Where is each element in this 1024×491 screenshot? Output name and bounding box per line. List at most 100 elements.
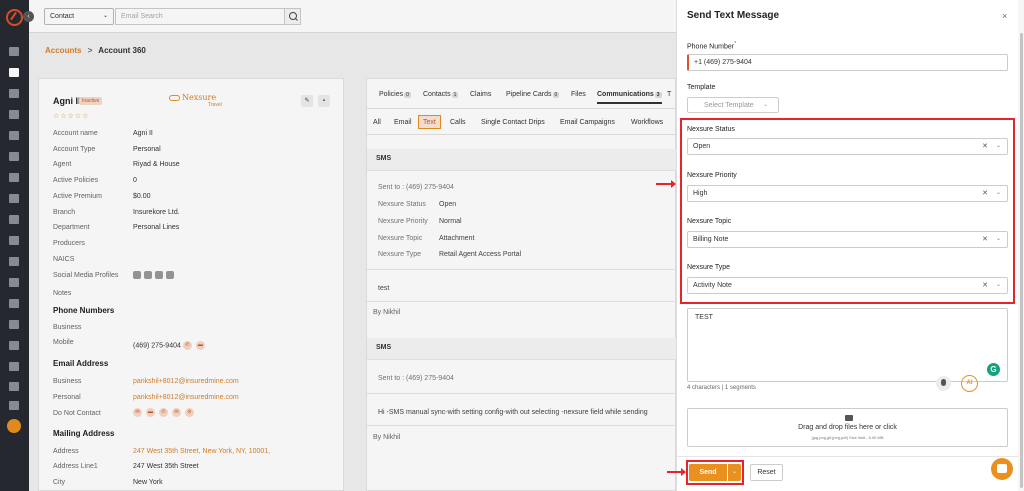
tab-claims[interactable]: Claims — [470, 91, 491, 98]
bar-chart-icon[interactable] — [9, 236, 19, 245]
brand-name: Nexsure — [182, 93, 217, 102]
template-select[interactable]: Select Template ⌄ — [687, 97, 779, 113]
ai-assist-icon[interactable]: AI — [961, 375, 978, 392]
instagram-icon[interactable] — [133, 271, 141, 279]
subtab-all[interactable]: All — [369, 116, 385, 130]
field-label: Notes — [53, 290, 72, 297]
facebook-icon[interactable] — [144, 271, 152, 279]
chat-support-icon[interactable] — [991, 458, 1013, 480]
tab-count: 3 — [654, 92, 662, 98]
filter-icon[interactable] — [9, 173, 19, 182]
field-value: Agni II — [133, 130, 153, 137]
sms-field-label: Nexsure Status — [378, 201, 426, 208]
subtab-email-campaigns[interactable]: Email Campaigns — [556, 116, 619, 130]
message-icon[interactable]: ▬ — [195, 341, 205, 350]
reports-icon[interactable] — [9, 152, 19, 161]
field-value: Personal Lines — [133, 224, 180, 231]
search-button[interactable] — [284, 8, 301, 25]
tab-policies[interactable]: Policies 0 — [379, 91, 411, 98]
divider — [367, 393, 677, 394]
message-icon[interactable]: ▬ — [146, 408, 155, 417]
subtab-text[interactable]: Text — [418, 115, 441, 129]
subtab-email[interactable]: Email — [390, 116, 416, 130]
tasks-icon[interactable] — [9, 299, 19, 308]
sms-body: test — [378, 285, 390, 292]
dropzone-text: Drag and drop files here or click — [798, 424, 897, 431]
grammarly-icon[interactable]: G — [987, 363, 1000, 376]
file-dropzone[interactable]: Drag and drop files here or click (jpg,p… — [687, 408, 1008, 447]
delete-icon[interactable]: ▪ — [318, 95, 330, 107]
sms-header-label: SMS — [376, 344, 392, 351]
address-value[interactable]: 247 West 35th Street, New York, NY, 1000… — [133, 448, 270, 455]
template-placeholder: Select Template — [704, 102, 754, 109]
highlight-box — [686, 460, 744, 485]
twitter-icon[interactable] — [155, 271, 163, 279]
analytics-icon[interactable] — [9, 215, 19, 224]
field-label: Department — [53, 224, 90, 231]
scrollbar-thumb[interactable] — [1020, 33, 1023, 488]
field-label: Active Policies — [53, 177, 99, 184]
mail-icon[interactable]: ✉ — [172, 408, 181, 417]
collapse-sidebar-button[interactable]: ‹ — [23, 11, 34, 22]
red-arrow-annotation — [667, 468, 686, 476]
calendar-icon[interactable] — [9, 320, 19, 329]
required-marker: * — [734, 41, 737, 47]
address1-value: 247 West 35th Street — [133, 463, 199, 470]
dashboard-icon[interactable] — [9, 47, 19, 56]
globe-icon[interactable] — [166, 271, 174, 279]
close-icon[interactable]: × — [1002, 11, 1007, 21]
list-icon[interactable] — [9, 131, 19, 140]
field-value: $0.00 — [133, 193, 151, 200]
policies-icon[interactable] — [9, 89, 19, 98]
reset-button[interactable]: Reset — [750, 464, 783, 481]
gear-icon[interactable] — [9, 401, 19, 410]
template-label: Template — [687, 84, 716, 91]
edit-icon[interactable]: ✎ — [301, 95, 313, 107]
microphone-icon[interactable] — [936, 376, 951, 391]
search-entity-select[interactable]: Contact ⌄ — [44, 8, 114, 25]
phone-icon[interactable]: ✆ — [182, 341, 192, 350]
tab-communications[interactable]: Communications 3 — [597, 91, 662, 104]
contacts-icon[interactable] — [9, 68, 19, 77]
tab-more[interactable]: T — [667, 91, 671, 98]
brand-sub: Travel — [208, 102, 222, 108]
app-logo-icon — [6, 9, 23, 26]
sub-tabs: All Email Text Calls Single Contact Drip… — [367, 109, 677, 135]
divider — [367, 301, 677, 302]
sms-author: By Nikhil — [373, 309, 401, 316]
sms-header[interactable]: SMS — [367, 338, 677, 360]
rating-stars[interactable]: ☆☆☆☆☆ — [53, 112, 89, 120]
breadcrumb-accounts-link[interactable]: Accounts — [45, 46, 81, 55]
main-tabs: Policies 0 Contacts 1 Claims Pipeline Card… — [367, 79, 677, 109]
folder-icon[interactable] — [9, 257, 19, 266]
documents-icon[interactable] — [9, 110, 19, 119]
tab-contacts[interactable]: Contacts 1 — [423, 91, 459, 98]
help-icon[interactable] — [7, 419, 21, 433]
breadcrumb-current: Account 360 — [98, 46, 146, 55]
tab-pipeline-cards[interactable]: Pipeline Cards 0 — [506, 91, 560, 98]
sms-field-label: Nexsure Topic — [378, 235, 423, 242]
phone-icon[interactable]: ✆ — [159, 408, 168, 417]
tab-label: Communications — [597, 91, 654, 98]
subtab-workflows[interactable]: Workflows — [627, 116, 667, 130]
tab-files[interactable]: Files — [571, 91, 586, 98]
phone-business-label: Business — [53, 324, 82, 331]
trend-icon[interactable] — [9, 382, 19, 391]
message-textarea[interactable]: TEST — [687, 308, 1008, 382]
calculator-icon[interactable] — [9, 341, 19, 350]
subtab-drips[interactable]: Single Contact Drips — [477, 116, 549, 130]
megaphone-icon[interactable] — [9, 194, 19, 203]
ban-icon[interactable]: ⊘ — [185, 408, 194, 417]
sms-header[interactable]: SMS — [367, 149, 677, 171]
search-input[interactable]: Email Search — [115, 8, 285, 25]
email-icon[interactable]: ✉ — [133, 408, 142, 417]
email-business-value[interactable]: pankshil+8012@insuredmine.com — [133, 378, 239, 385]
google-icon[interactable] — [9, 278, 19, 287]
tab-count: 1 — [451, 92, 459, 98]
pipeline-icon[interactable] — [9, 362, 19, 371]
email-personal-value[interactable]: pankshil+8012@insuredmine.com — [133, 394, 239, 401]
tab-label: T — [667, 91, 672, 98]
subtab-calls[interactable]: Calls — [446, 116, 470, 130]
phone-number-input[interactable]: +1 (469) 275-9404 — [687, 54, 1008, 71]
account-name: Agni II — [53, 96, 81, 106]
